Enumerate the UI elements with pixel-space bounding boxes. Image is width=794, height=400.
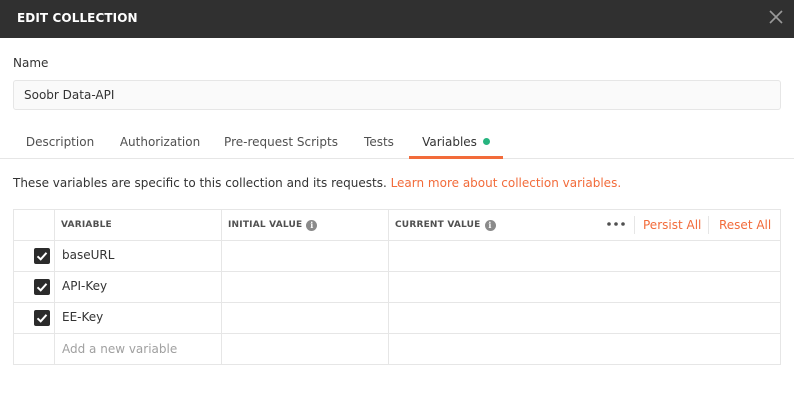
check-icon <box>36 252 48 261</box>
tab-label: Variables <box>422 135 477 149</box>
check-icon <box>36 283 48 292</box>
tab-pre-request-scripts[interactable]: Pre-request Scripts <box>218 125 344 159</box>
header-action-divider <box>634 216 635 234</box>
variable-name[interactable]: API-Key <box>62 279 107 293</box>
header-current-value: CURRENT VALUE i <box>395 220 496 231</box>
reset-all-button[interactable]: Reset All <box>719 218 771 232</box>
row-divider <box>14 271 780 272</box>
variables-info: These variables are specific to this col… <box>13 176 621 190</box>
variables-table: VARIABLE INITIAL VALUE i CURRENT VALUE i P… <box>13 209 781 365</box>
variable-name[interactable]: baseURL <box>62 248 114 262</box>
header-action-divider <box>708 216 709 234</box>
name-input[interactable] <box>13 80 781 110</box>
row-divider <box>14 302 780 303</box>
tab-label: Description <box>25 135 95 149</box>
info-icon[interactable]: i <box>306 220 318 231</box>
row-enabled-checkbox[interactable] <box>34 248 50 264</box>
tab-label: Authorization <box>119 135 201 149</box>
row-divider <box>14 240 780 241</box>
variable-name[interactable]: EE-Key <box>62 310 103 324</box>
col-divider <box>221 210 222 364</box>
tab-authorization[interactable]: Authorization <box>112 125 208 159</box>
row-enabled-checkbox[interactable] <box>34 310 50 326</box>
tab-label: Pre-request Scripts <box>224 135 338 149</box>
learn-more-link[interactable]: Learn more about collection variables. <box>391 176 622 190</box>
active-indicator-dot <box>482 138 490 145</box>
close-icon[interactable] <box>768 9 784 25</box>
row-enabled-checkbox[interactable] <box>34 279 50 295</box>
tab-tests[interactable]: Tests <box>352 125 406 159</box>
info-text: These variables are specific to this col… <box>13 176 391 190</box>
tab-variables[interactable]: Variables <box>409 125 503 159</box>
row-divider <box>14 333 780 334</box>
tab-description[interactable]: Description <box>14 125 106 159</box>
new-variable-input[interactable]: Add a new variable <box>62 342 177 356</box>
header-variable: VARIABLE <box>61 220 112 230</box>
name-label: Name <box>13 56 49 70</box>
persist-all-button[interactable]: Persist All <box>643 218 701 232</box>
tab-label: Tests <box>364 135 394 149</box>
header-initial-value: INITIAL VALUE i <box>228 220 318 231</box>
col-divider <box>54 210 55 364</box>
col-divider <box>388 210 389 364</box>
dialog-title: EDIT COLLECTION <box>17 11 138 25</box>
dialog-titlebar: EDIT COLLECTION <box>0 0 794 38</box>
check-icon <box>36 314 48 323</box>
tab-bar: Description Authorization Pre-request Sc… <box>0 125 794 159</box>
info-icon[interactable]: i <box>484 220 496 231</box>
more-options-icon[interactable] <box>606 217 626 231</box>
